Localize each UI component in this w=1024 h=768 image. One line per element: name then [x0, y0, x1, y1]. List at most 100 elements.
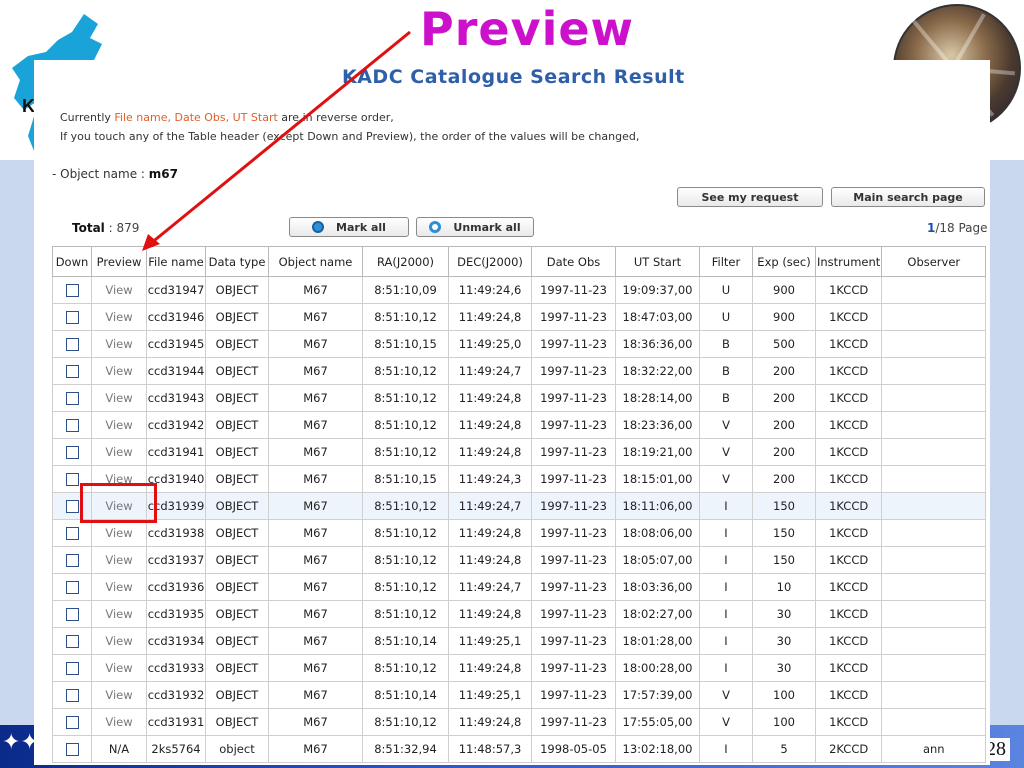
table-cell: M67 [268, 303, 363, 331]
column-header-ut-start[interactable]: UT Start [615, 246, 700, 277]
table-cell: I [699, 735, 753, 763]
preview-view-link[interactable]: View [91, 546, 147, 574]
column-header-exp-sec[interactable]: Exp (sec) [752, 246, 816, 277]
table-cell: OBJECT [205, 546, 269, 574]
table-cell: 11:49:24,6 [448, 276, 532, 304]
table-cell [881, 600, 987, 628]
table-cell: 1KCCD [814, 681, 883, 709]
download-cell [52, 654, 92, 682]
see-my-request-button[interactable]: See my request [677, 187, 823, 207]
unmark-all-label: Unmark all [453, 220, 521, 234]
table-cell: 18:28:14,00 [615, 384, 700, 412]
download-cell [52, 519, 92, 547]
table-cell: OBJECT [205, 303, 269, 331]
column-header-object-name[interactable]: Object name [268, 246, 363, 277]
unmark-all-button[interactable]: Unmark all [416, 217, 534, 237]
download-checkbox[interactable] [65, 608, 79, 621]
column-header-observer[interactable]: Observer [881, 246, 987, 277]
table-cell: U [699, 303, 753, 331]
preview-view-link[interactable]: View [91, 330, 147, 358]
download-checkbox[interactable] [65, 662, 79, 675]
table-cell: 200 [752, 465, 816, 493]
column-header-filter[interactable]: Filter [699, 246, 753, 277]
column-header-ra-j2000[interactable]: RA(J2000) [362, 246, 449, 277]
column-header-data-type[interactable]: Data type [205, 246, 269, 277]
preview-view-link[interactable]: View [91, 681, 147, 709]
preview-view-link[interactable]: View [91, 303, 147, 331]
download-cell [52, 384, 92, 412]
table-cell: 1997-11-23 [531, 681, 616, 709]
download-cell [52, 357, 92, 385]
download-checkbox[interactable] [65, 284, 79, 297]
download-cell [52, 330, 92, 358]
table-cell: 1KCCD [814, 573, 883, 601]
download-checkbox[interactable] [65, 392, 79, 405]
table-row: View ccd31939 OBJECT M67 8:51:10,12 11:49:24,… [52, 492, 987, 520]
download-checkbox[interactable] [65, 419, 79, 432]
preview-view-link[interactable]: View [91, 573, 147, 601]
table-cell: 8:51:10,12 [362, 384, 449, 412]
preview-view-link[interactable]: View [91, 357, 147, 385]
column-header-file-name[interactable]: File name [146, 246, 206, 277]
table-cell: 11:49:24,8 [448, 708, 532, 736]
download-checkbox[interactable] [65, 311, 79, 324]
download-checkbox[interactable] [65, 338, 79, 351]
download-checkbox[interactable] [65, 365, 79, 378]
table-cell: OBJECT [205, 708, 269, 736]
table-cell: 200 [752, 438, 816, 466]
table-cell: 1997-11-23 [531, 654, 616, 682]
column-header-instrument[interactable]: Instrument [814, 246, 883, 277]
preview-view-link[interactable]: View [91, 708, 147, 736]
table-cell: 18:00:28,00 [615, 654, 700, 682]
download-checkbox[interactable] [65, 689, 79, 702]
table-row: N/A 2ks5764 object M67 8:51:32,94 11:48:57,3 1… [52, 735, 987, 763]
download-cell [52, 681, 92, 709]
preview-view-link[interactable]: View [91, 654, 147, 682]
main-search-page-button[interactable]: Main search page [831, 187, 985, 207]
table-cell: 150 [752, 546, 816, 574]
table-cell [881, 276, 987, 304]
table-cell: 8:51:10,12 [362, 654, 449, 682]
column-header-dec-j2000[interactable]: DEC(J2000) [448, 246, 532, 277]
download-checkbox[interactable] [65, 635, 79, 648]
table-cell: 200 [752, 411, 816, 439]
table-cell: B [699, 384, 753, 412]
download-checkbox[interactable] [65, 500, 79, 513]
download-checkbox[interactable] [65, 527, 79, 540]
download-cell [52, 600, 92, 628]
table-cell: M67 [268, 357, 363, 385]
table-cell: I [699, 519, 753, 547]
download-checkbox[interactable] [65, 446, 79, 459]
download-cell [52, 708, 92, 736]
preview-view-link[interactable]: View [91, 600, 147, 628]
table-cell: 2ks5764 [146, 735, 206, 763]
table-cell: 18:15:01,00 [615, 465, 700, 493]
table-cell [881, 357, 987, 385]
table-cell [881, 330, 987, 358]
download-checkbox[interactable] [65, 581, 79, 594]
table-cell: 100 [752, 708, 816, 736]
mark-all-button[interactable]: Mark all [289, 217, 409, 237]
column-header-date-obs[interactable]: Date Obs [531, 246, 616, 277]
download-cell [52, 276, 92, 304]
table-cell: 11:49:24,7 [448, 357, 532, 385]
download-checkbox[interactable] [65, 554, 79, 567]
preview-view-link[interactable]: View [91, 411, 147, 439]
mark-all-label: Mark all [336, 220, 386, 234]
preview-view-link[interactable]: View [91, 519, 147, 547]
download-checkbox[interactable] [65, 716, 79, 729]
table-cell: M67 [268, 681, 363, 709]
preview-view-link[interactable]: View [91, 384, 147, 412]
preview-view-link[interactable]: View [91, 627, 147, 655]
download-checkbox[interactable] [65, 743, 79, 756]
table-cell: 8:51:10,12 [362, 357, 449, 385]
table-cell: 8:51:10,14 [362, 627, 449, 655]
table-cell: 1997-11-23 [531, 546, 616, 574]
table-cell: object [205, 735, 269, 763]
table-cell: 1KCCD [814, 627, 883, 655]
preview-view-link[interactable]: View [91, 276, 147, 304]
table-cell: 1997-11-23 [531, 519, 616, 547]
object-name-value: m67 [148, 167, 178, 181]
preview-view-link[interactable]: View [91, 438, 147, 466]
download-checkbox[interactable] [65, 473, 79, 486]
